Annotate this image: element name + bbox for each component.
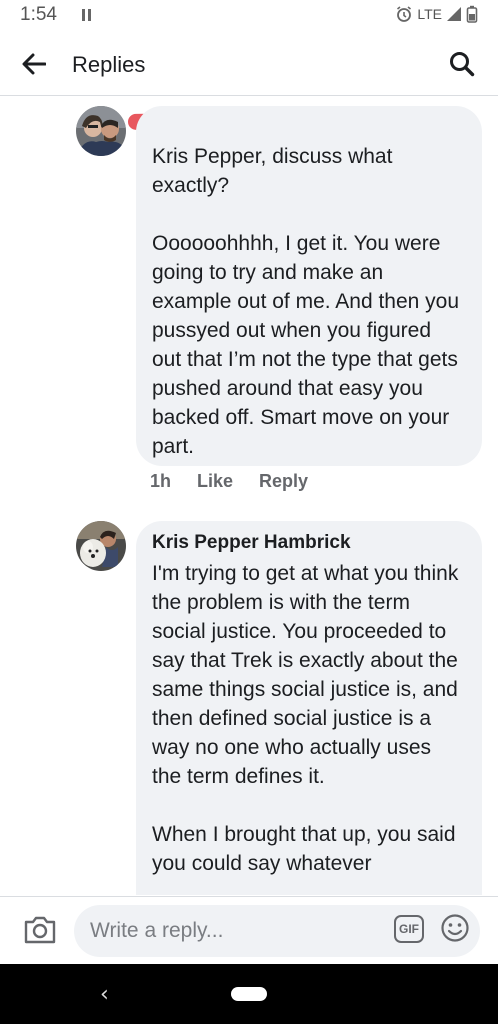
- back-button[interactable]: [18, 48, 50, 80]
- profile-photo-icon: [76, 106, 126, 156]
- comment-time: 1h: [150, 471, 172, 491]
- network-label: LTE: [417, 6, 442, 22]
- profile-photo-icon: [76, 521, 126, 571]
- like-button[interactable]: Like: [197, 471, 233, 492]
- battery-icon: [466, 5, 478, 23]
- system-nav-bar: ‹: [0, 964, 498, 1024]
- gif-button[interactable]: GIF: [394, 915, 424, 943]
- camera-button[interactable]: [22, 914, 58, 946]
- search-icon: [450, 52, 475, 77]
- arrow-left-icon: [22, 53, 46, 75]
- page-title: Replies: [72, 52, 146, 77]
- nav-back-icon[interactable]: ‹: [100, 982, 109, 1007]
- comment-bubble[interactable]: Kris Pepper Hambrick I'm trying to get a…: [136, 521, 482, 895]
- avatar[interactable]: [76, 521, 126, 571]
- emoji-button[interactable]: [440, 913, 470, 943]
- smiley-icon: [441, 914, 469, 942]
- comment-author[interactable]: Kris Pepper Hambrick: [152, 531, 466, 555]
- pause-icon: [82, 9, 92, 21]
- search-button[interactable]: [446, 48, 478, 80]
- comment-text: I'm trying to get at what you think the …: [152, 562, 459, 875]
- nav-home-pill[interactable]: [231, 987, 267, 1001]
- status-icons: LTE: [395, 5, 478, 23]
- signal-icon: [447, 7, 461, 21]
- reply-button[interactable]: Reply: [259, 471, 308, 492]
- alarm-icon: [397, 6, 412, 22]
- reply-composer: GIF: [0, 896, 498, 964]
- avatar[interactable]: [76, 106, 126, 156]
- reply-thread: Kris Pepper, discuss what exactly? Ooooo…: [0, 97, 498, 895]
- comment-text: Kris Pepper, discuss what exactly? Ooooo…: [152, 145, 460, 458]
- camera-icon: [24, 916, 56, 944]
- status-bar: 1:54 LTE: [0, 0, 498, 32]
- comment-actions: 1h Like Reply: [150, 471, 308, 492]
- status-time: 1:54: [20, 4, 57, 25]
- comment-bubble[interactable]: Kris Pepper, discuss what exactly? Ooooo…: [136, 106, 482, 466]
- app-header: Replies: [0, 32, 498, 96]
